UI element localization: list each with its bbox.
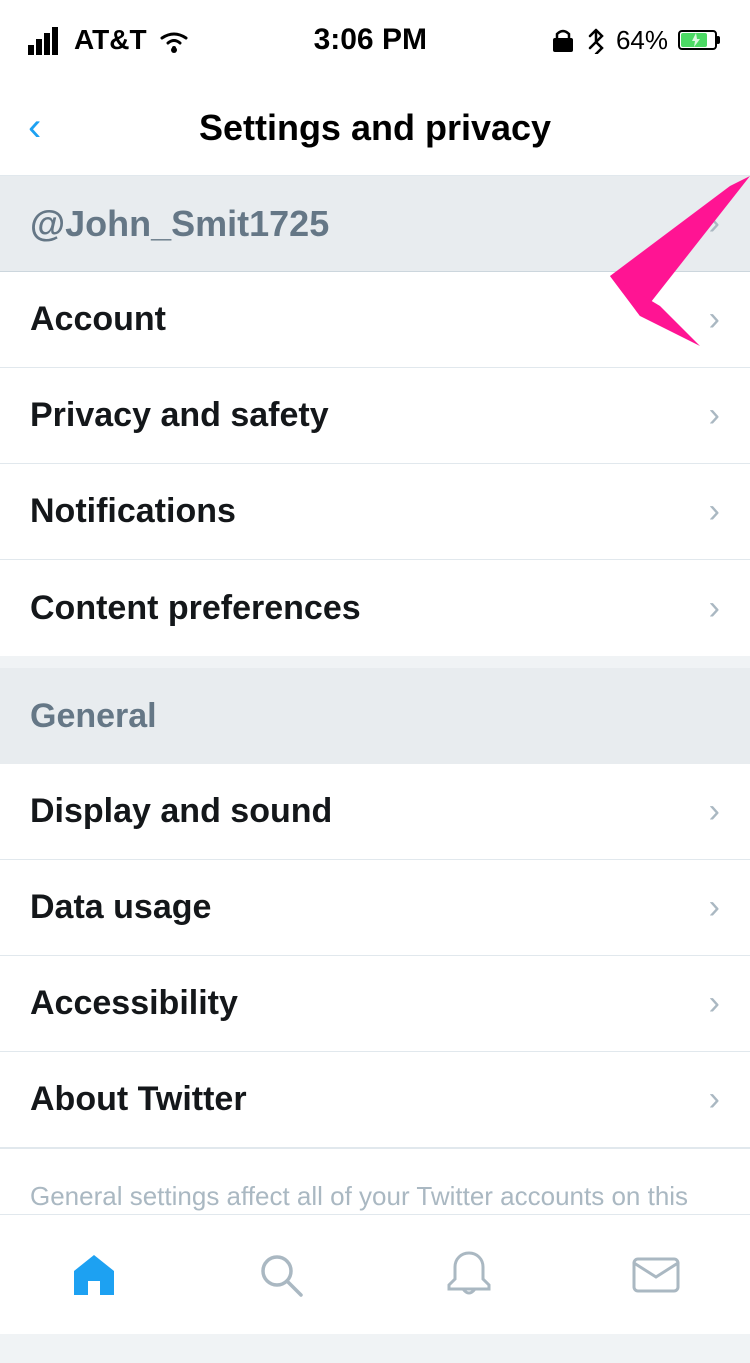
settings-label-content: Content preferences (30, 589, 361, 628)
chevron-accessibility: › (709, 984, 720, 1023)
general-settings-section: Display and sound › Data usage › Accessi… (0, 764, 750, 1283)
settings-label-display: Display and sound (30, 792, 332, 831)
general-section-header: General (0, 668, 750, 764)
settings-item-account[interactable]: Account › (0, 272, 750, 368)
settings-item-notifications[interactable]: Notifications › (0, 464, 750, 560)
chevron-account: › (709, 300, 720, 339)
tab-bar (0, 1214, 750, 1334)
tab-home[interactable] (44, 1235, 144, 1315)
account-username: @John_Smit1725 (30, 203, 709, 245)
wifi-icon (157, 26, 191, 54)
notifications-icon (443, 1249, 495, 1301)
chevron-notifications: › (709, 492, 720, 531)
status-right: 64% (550, 25, 722, 56)
chevron-content: › (709, 589, 720, 628)
signal-icon (28, 25, 64, 55)
chevron-privacy: › (709, 396, 720, 435)
settings-item-content[interactable]: Content preferences › (0, 560, 750, 656)
settings-item-data[interactable]: Data usage › (0, 860, 750, 956)
carrier-label: AT&T (74, 24, 147, 56)
settings-item-about[interactable]: About Twitter › (0, 1052, 750, 1148)
chevron-about: › (709, 1080, 720, 1119)
status-time: 3:06 PM (314, 23, 427, 57)
section-divider (0, 656, 750, 668)
settings-item-display[interactable]: Display and sound › (0, 764, 750, 860)
settings-label-data: Data usage (30, 888, 211, 927)
bluetooth-icon (586, 26, 606, 54)
page-container: AT&T 3:06 PM 64% (0, 0, 750, 1363)
settings-label-account: Account (30, 300, 166, 339)
lock-icon (550, 26, 576, 54)
settings-label-privacy: Privacy and safety (30, 396, 329, 435)
account-chevron: › (709, 204, 720, 243)
home-icon (68, 1249, 120, 1301)
page-title: Settings and privacy (199, 107, 551, 149)
settings-label-accessibility: Accessibility (30, 984, 238, 1023)
search-icon (255, 1249, 307, 1301)
battery-icon (678, 28, 722, 52)
tab-search[interactable] (231, 1235, 331, 1315)
settings-section: Account › Privacy and safety › Notificat… (0, 272, 750, 656)
status-bar: AT&T 3:06 PM 64% (0, 0, 750, 80)
status-left: AT&T (28, 24, 191, 56)
tab-notifications[interactable] (419, 1235, 519, 1315)
settings-label-about: About Twitter (30, 1080, 247, 1119)
settings-item-accessibility[interactable]: Accessibility › (0, 956, 750, 1052)
general-header-label: General (30, 697, 157, 736)
settings-label-notifications: Notifications (30, 492, 236, 531)
chevron-display: › (709, 792, 720, 831)
settings-item-privacy[interactable]: Privacy and safety › (0, 368, 750, 464)
chevron-data: › (709, 888, 720, 927)
messages-icon (630, 1249, 682, 1301)
nav-bar: ‹ Settings and privacy (0, 80, 750, 176)
back-button[interactable]: ‹ (28, 105, 41, 150)
tab-messages[interactable] (606, 1235, 706, 1315)
battery-percent: 64% (616, 25, 668, 56)
account-header[interactable]: @John_Smit1725 › (0, 176, 750, 272)
